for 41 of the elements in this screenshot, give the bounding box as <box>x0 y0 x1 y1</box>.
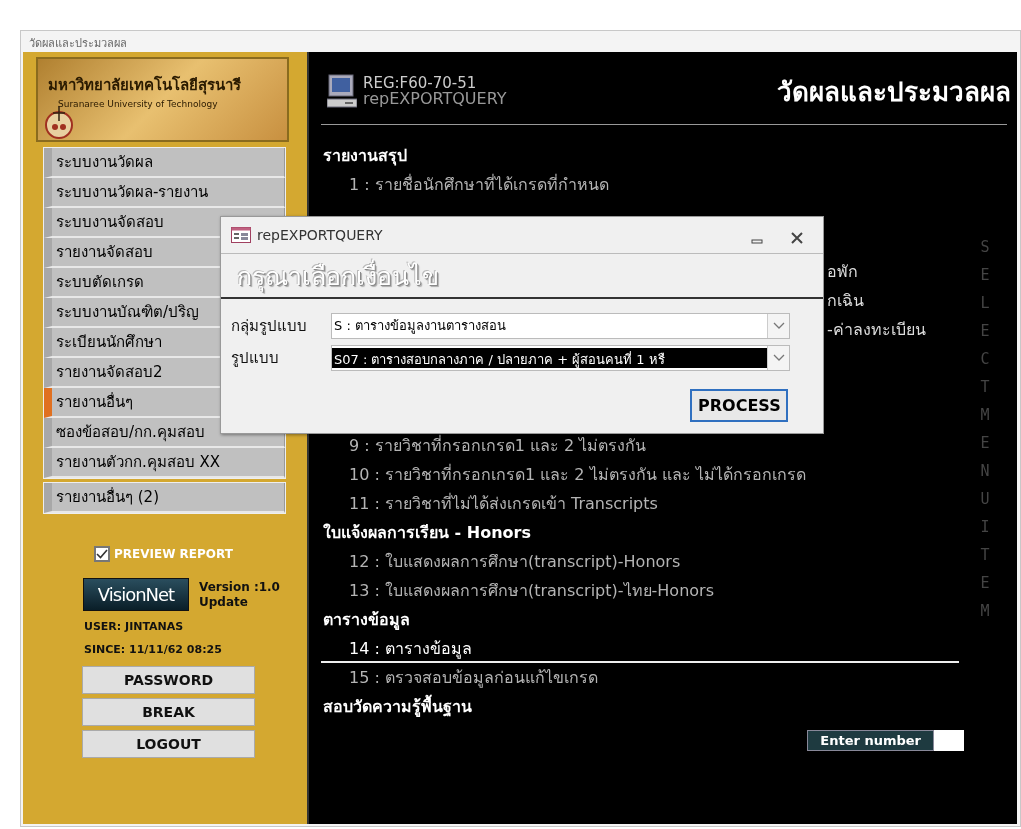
computer-icon <box>327 74 357 108</box>
university-english-name: Suranaree University of Technology <box>58 99 219 109</box>
section-heading: ใบแจ้งผลการเรียน - Honors <box>322 522 532 544</box>
section-heading: ตารางข้อมูล <box>322 609 411 632</box>
window-title: วัดผลและประมวลผล <box>28 36 128 52</box>
menu-item[interactable]: 12 : ใบแสดงผลการศึกษา(transcript)-Honors <box>321 547 959 576</box>
menu-item[interactable]: 15 : ตรวจสอบข้อมูลก่อนแก้ไขเกรด <box>321 663 959 692</box>
update-text: Update <box>199 595 249 610</box>
sidebar-button[interactable]: BREAK <box>82 698 255 726</box>
section-heading: สอบวัดความรู้พื้นฐาน <box>321 692 959 721</box>
menu-item[interactable]: 10 : รายวิชาที่กรอกเกรด1 และ 2 ไม่ตรงกัน และ ไม่ได้กรอกเกรด <box>321 460 959 489</box>
sidebar-button[interactable]: LOGOUT <box>82 730 255 758</box>
vertical-caption: SELECT MENU ITEM <box>980 237 991 622</box>
form-icon <box>231 227 251 243</box>
sidebar-menu-item[interactable]: ระบบงานวัดผล <box>44 148 285 178</box>
sidebar-menu-item[interactable]: ระบบงานวัดผล-รายงาน <box>44 178 285 208</box>
page-title: วัดผลและประมวลผล <box>777 75 1011 109</box>
menu-item[interactable]: 1 : รายชื่อนักศึกษาที่ได้เกรดที่กำหนด <box>321 170 959 199</box>
form-name: repEXPORTQUERY <box>363 91 507 107</box>
dropdown-field[interactable]: S : ตารางข้อมูลงานตารางสอน <box>331 313 790 339</box>
menu-item[interactable]: 11 : รายวิชาที่ไม่ได้ส่งเกรดเข้า Transcripts <box>321 489 959 518</box>
close-icon[interactable] <box>791 229 803 241</box>
brand-logo: VisionNet <box>83 578 189 611</box>
dropdown-field[interactable]: S07 : ตารางสอบกลางภาค / ปลายภาค + ผู้สอนคนที่ 1 หรื <box>331 345 790 371</box>
menu-item[interactable]: 14 : ตารางข้อมูล <box>321 634 959 663</box>
sidebar-menu-item[interactable]: รายงานตัวกก.คุมสอบ XX <box>44 448 285 478</box>
preview-checkbox[interactable] <box>94 546 110 562</box>
sidebar-menu-item[interactable]: รายงานอื่นๆ (2) <box>44 483 285 513</box>
checkbox-label: PREVIEW REPORT <box>114 547 233 561</box>
registration-code: REG:F60-70-51 <box>363 75 478 91</box>
field-label: Enter number <box>807 730 934 751</box>
section-heading: รายงานสรุป <box>322 145 408 168</box>
user-text: USER: JINTANAS <box>84 620 184 633</box>
sidebar-button[interactable]: PASSWORD <box>82 666 255 694</box>
version-text: Version :1.0 <box>199 580 280 595</box>
number-field[interactable] <box>934 730 964 751</box>
login-time-text: SINCE: 11/11/62 08:25 <box>84 643 222 656</box>
university-name: มหาวิทยาลัยเทคโนโลยีสุรนารี <box>48 75 242 97</box>
menu-item[interactable]: 13 : ใบแสดงผลการศึกษา(transcript)-ไทย-Honors <box>321 576 959 605</box>
menu-item[interactable]: 9 : รายวิชาที่กรอกเกรด1 และ 2 ไม่ตรงกัน <box>321 431 959 460</box>
process-button[interactable]: PROCESS <box>690 389 788 422</box>
